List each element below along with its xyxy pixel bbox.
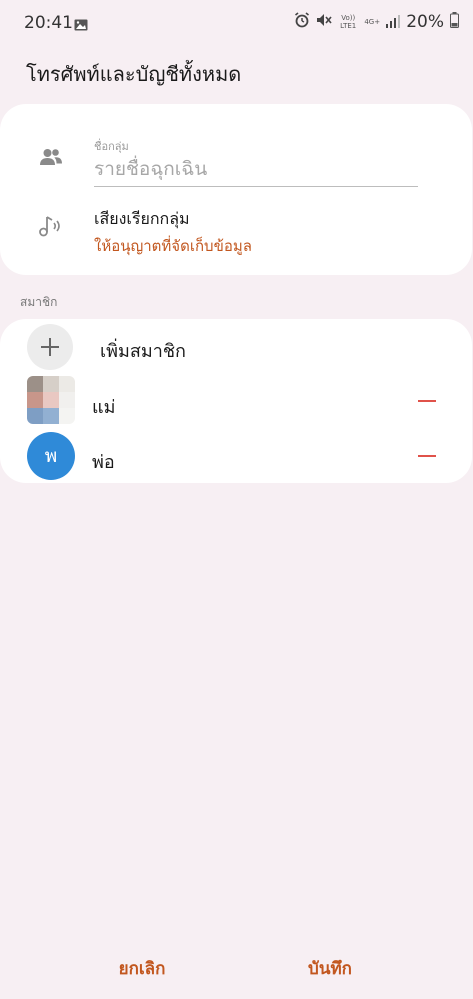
plus-icon: [41, 338, 59, 356]
ringtone-icon: [39, 215, 63, 241]
cancel-button[interactable]: ยกเลิก: [102, 955, 182, 982]
member-photo-avatar: [27, 376, 75, 424]
add-member-button[interactable]: [27, 324, 73, 370]
members-section-label: สมาชิก: [20, 295, 58, 309]
remove-member-button[interactable]: [417, 446, 437, 466]
page-title[interactable]: โทรศัพท์และบัญชีทั้งหมด: [26, 58, 241, 90]
alarm-icon: [294, 12, 310, 32]
member-letter-avatar: พ: [27, 432, 75, 480]
status-time: 20:41: [24, 13, 73, 33]
battery-percent: 20%: [406, 12, 444, 32]
group-name-label: ชื่อกลุ่ม: [94, 140, 129, 153]
members-card: เพิ่มสมาชิก แม่ พ พ่อ: [0, 319, 472, 483]
add-member-label: เพิ่มสมาชิก: [100, 341, 186, 362]
mute-icon: [316, 12, 332, 32]
volte-indicator: Vo)) LTE1: [340, 14, 357, 30]
remove-member-button[interactable]: [417, 391, 437, 411]
signal-icon: [386, 13, 401, 32]
minus-icon: [418, 455, 436, 457]
minus-icon: [418, 400, 436, 402]
member-name: พ่อ: [92, 452, 115, 473]
ringtone-permission-text: ให้อนุญาตที่จัดเก็บข้อมูล: [94, 237, 252, 255]
member-name: แม่: [92, 397, 116, 418]
group-name-underline: [94, 186, 418, 187]
save-button[interactable]: บันทึก: [290, 955, 370, 982]
battery-icon: [450, 12, 459, 32]
status-bar: 20:41 Vo)) LTE1 4G+ 20%: [0, 0, 473, 48]
group-name-input[interactable]: รายชื่อฉุกเฉิน: [94, 154, 207, 184]
group-icon: [40, 148, 62, 170]
image-icon: [74, 16, 88, 35]
group-info-card: ชื่อกลุ่ม รายชื่อฉุกเฉิน เสียงเรียกกลุ่ม…: [0, 104, 472, 275]
ringtone-title: เสียงเรียกกลุ่ม: [94, 209, 190, 228]
network-type: 4G+: [364, 18, 381, 26]
status-icons: Vo)) LTE1 4G+ 20%: [294, 12, 459, 32]
